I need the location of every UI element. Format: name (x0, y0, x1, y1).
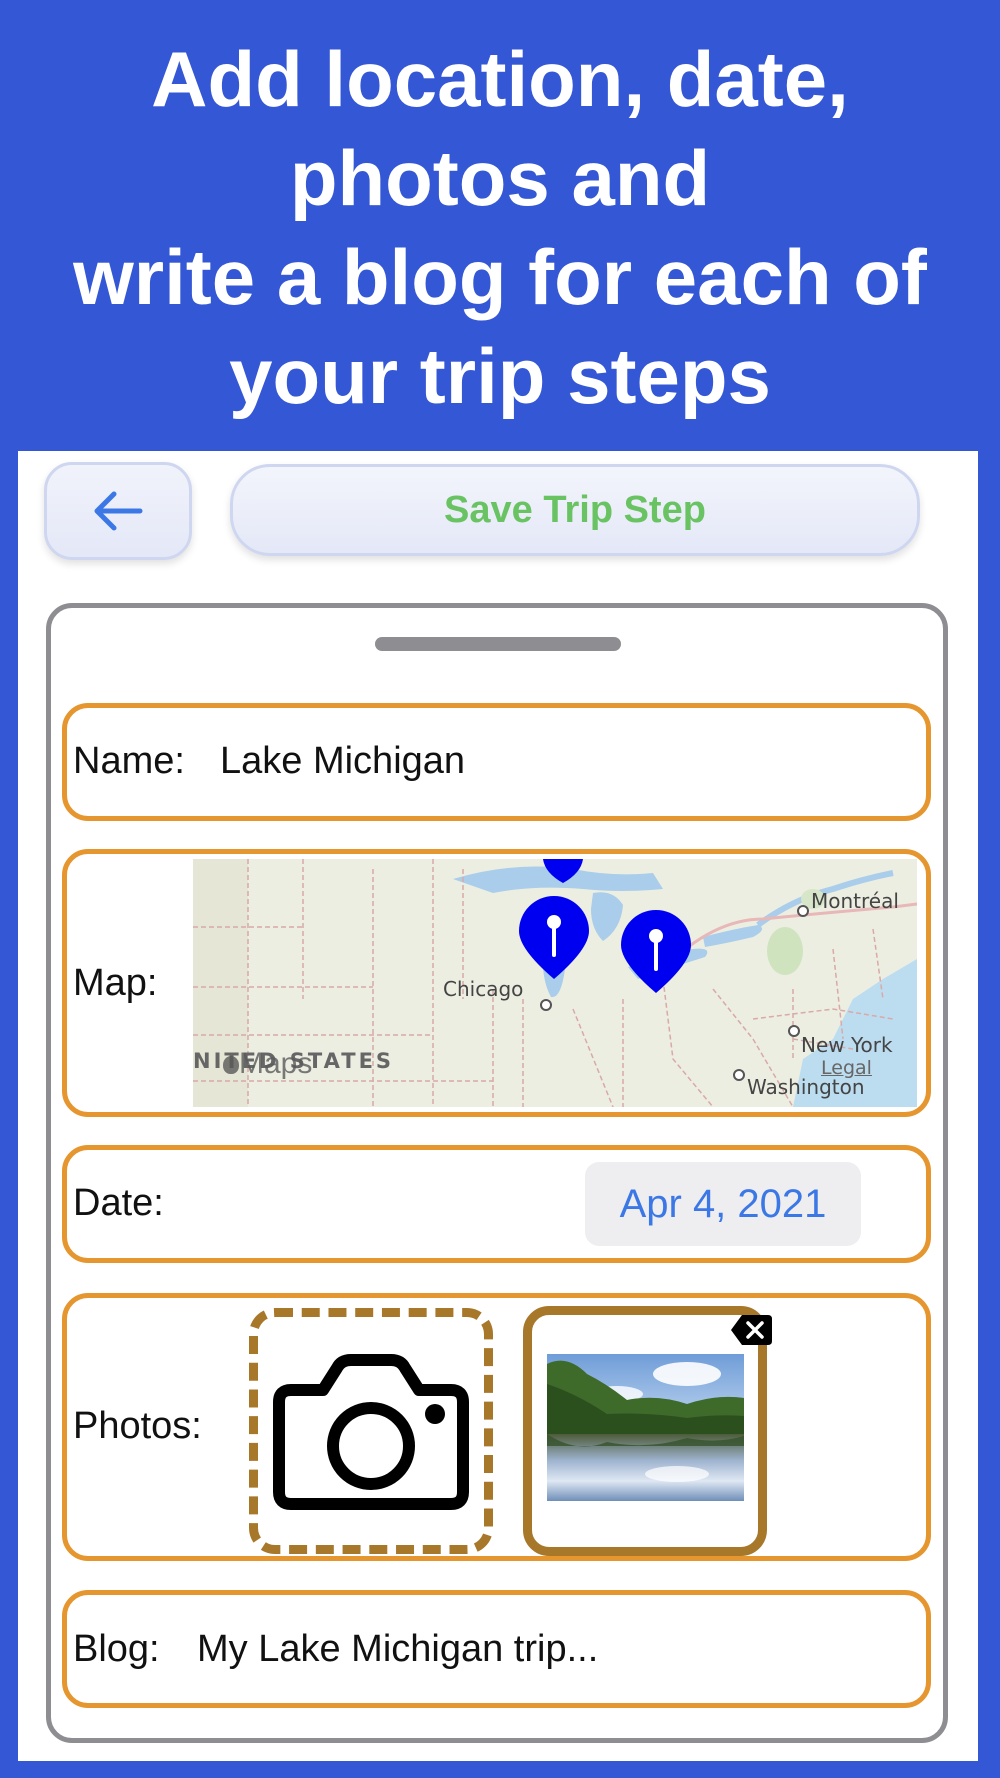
add-photo-button[interactable] (249, 1308, 493, 1554)
map-label-washington: Washington (747, 1075, 865, 1099)
headline-line-3: write a blog for each of (73, 233, 927, 321)
name-value[interactable]: Lake Michigan (220, 740, 465, 783)
headline-line-1: Add location, date, (151, 35, 849, 123)
blog-row[interactable]: Blog: My Lake Michigan trip... (62, 1590, 931, 1708)
apple-logo-icon (223, 1056, 239, 1074)
promo-headline: Add location, date, photos and write a b… (0, 30, 1000, 426)
trip-step-sheet: Name: Lake Michigan Map: Montréal Chicag… (46, 603, 948, 1743)
map-label-new-york: New York (801, 1033, 893, 1057)
delete-photo-button[interactable] (730, 1313, 774, 1347)
photos-row: Photos: (62, 1293, 931, 1561)
location-map[interactable]: Montréal Chicago New York Legal Washingt… (193, 859, 917, 1107)
photo-thumbnail-tile[interactable] (523, 1306, 772, 1556)
delete-backspace-icon (731, 1315, 772, 1345)
headline-line-4: your trip steps (229, 332, 771, 420)
back-button[interactable] (44, 462, 192, 560)
date-row: Date: Apr 4, 2021 (62, 1145, 931, 1263)
save-trip-step-button[interactable]: Save Trip Step (230, 464, 920, 556)
map-label: Map: (73, 962, 158, 1004)
name-row[interactable]: Name: Lake Michigan (62, 703, 931, 821)
lake-photo-thumbnail (547, 1354, 744, 1501)
date-label: Date: (73, 1182, 164, 1224)
apple-maps-logo: Maps (223, 1047, 312, 1081)
app-screen: Save Trip Step Name: Lake Michigan Map: (18, 451, 978, 1761)
blog-preview[interactable]: My Lake Michigan trip... (197, 1628, 598, 1671)
name-label: Name: (73, 740, 185, 782)
headline-line-2: photos and (289, 134, 711, 222)
map-label-montreal: Montréal (811, 889, 899, 913)
arrow-left-icon (94, 491, 143, 531)
sheet-drag-handle[interactable] (375, 637, 621, 651)
camera-icon (273, 1354, 469, 1510)
blog-label: Blog: (73, 1628, 160, 1670)
date-picker-button[interactable]: Apr 4, 2021 (585, 1162, 861, 1246)
map-label-chicago: Chicago (443, 977, 524, 1001)
photos-label: Photos: (73, 1405, 202, 1447)
map-row: Map: Montréal Chicago New York Legal Was… (62, 849, 931, 1117)
